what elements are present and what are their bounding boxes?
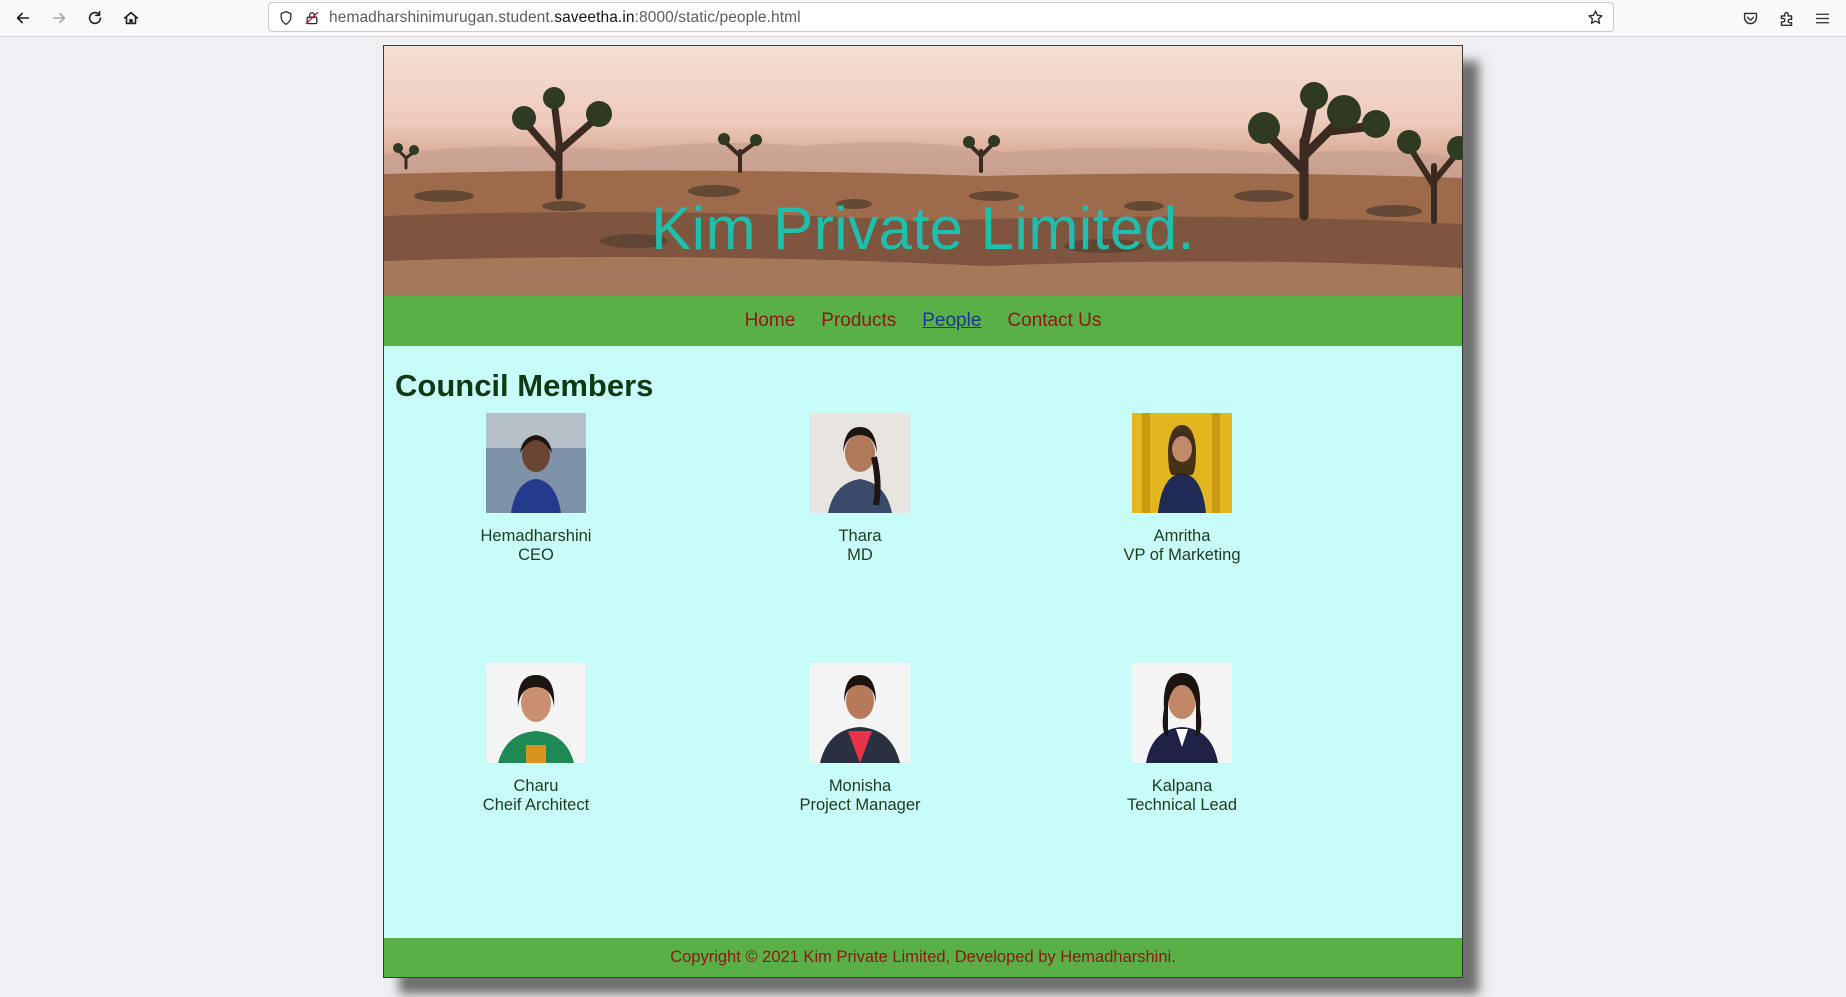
member-name: Kalpana: [1151, 777, 1213, 795]
page-heading: Council Members: [395, 368, 654, 403]
forward-icon[interactable]: [46, 5, 72, 31]
member-name: Thara: [838, 527, 882, 545]
home-icon[interactable]: [118, 5, 144, 31]
member-name: Amritha: [1153, 527, 1211, 545]
people-content: Council Members Hemadharshini CEO Thara …: [384, 346, 1462, 938]
back-icon[interactable]: [10, 5, 36, 31]
member-photo: [1132, 413, 1232, 513]
member-card: Charu Cheif Architect: [426, 663, 646, 815]
nav-link-home[interactable]: Home: [745, 310, 796, 332]
tracking-shield-icon[interactable]: [277, 9, 294, 26]
bookmark-star-icon[interactable]: [1587, 9, 1605, 27]
nav-link-contact-us[interactable]: Contact Us: [1007, 310, 1101, 332]
member-card: Kalpana Technical Lead: [1072, 663, 1292, 815]
member-card: Thara MD: [750, 413, 970, 565]
member-role: VP of Marketing: [1123, 546, 1241, 564]
url-bar[interactable]: hemadharshinimurugan.student.saveetha.in…: [268, 2, 1614, 32]
url-text[interactable]: hemadharshinimurugan.student.saveetha.in…: [329, 9, 801, 27]
site-title: Kim Private Limited.: [651, 195, 1195, 262]
member-photo: [810, 413, 910, 513]
member-role: CEO: [518, 546, 554, 564]
member-name: Charu: [513, 777, 559, 795]
member-role: Project Manager: [799, 796, 921, 814]
member-role: Technical Lead: [1126, 796, 1238, 814]
member-photo: [810, 663, 910, 763]
footer: Copyright © 2021 Kim Private Limited, De…: [384, 938, 1462, 977]
member-name: Monisha: [828, 777, 892, 795]
member-photo: [486, 663, 586, 763]
nav-link-people[interactable]: People: [922, 310, 981, 332]
nav-link-products[interactable]: Products: [821, 310, 896, 332]
header-banner: Kim Private Limited.: [384, 46, 1462, 296]
member-role: Cheif Architect: [482, 796, 590, 814]
nav-bar: Home Products People Contact Us: [384, 296, 1462, 346]
member-card: Amritha VP of Marketing: [1072, 413, 1292, 565]
member-card: Hemadharshini CEO: [426, 413, 646, 565]
member-card: Monisha Project Manager: [750, 663, 970, 815]
page-container: Kim Private Limited. Home Products Peopl…: [383, 45, 1463, 978]
reload-icon[interactable]: [82, 5, 108, 31]
footer-copyright: Copyright © 2021 Kim Private Limited, De…: [670, 948, 1176, 966]
browser-toolbar: hemadharshinimurugan.student.saveetha.in…: [0, 0, 1846, 37]
pocket-icon[interactable]: [1738, 6, 1762, 30]
member-name: Hemadharshini: [480, 527, 592, 545]
member-photo: [1132, 663, 1232, 763]
member-role: MD: [847, 546, 873, 564]
menu-icon[interactable]: [1810, 6, 1834, 30]
member-photo: [486, 413, 586, 513]
extensions-icon[interactable]: [1774, 6, 1798, 30]
insecure-lock-icon[interactable]: [303, 9, 320, 26]
